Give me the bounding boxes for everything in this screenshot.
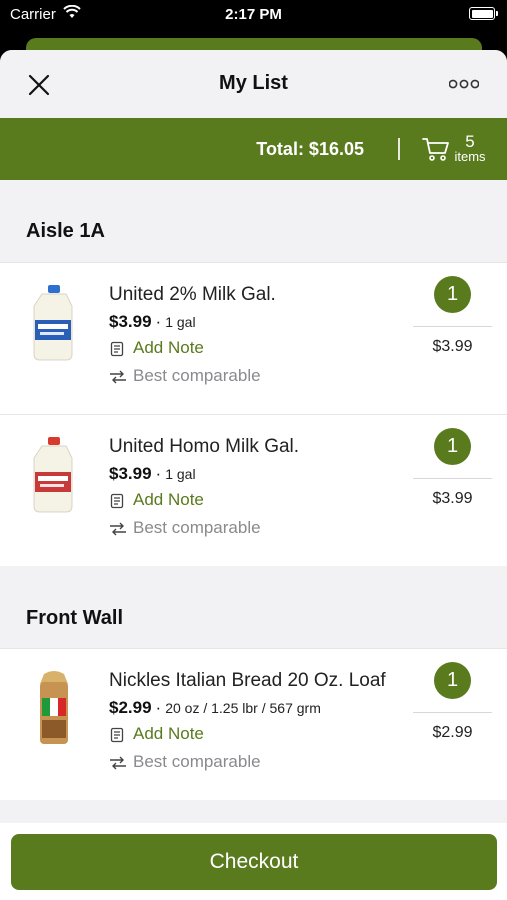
checkout-area: Checkout xyxy=(0,823,507,900)
price-line: $3.99 · 1 gal xyxy=(109,312,196,331)
note-icon xyxy=(110,341,124,357)
more-icon[interactable] xyxy=(449,78,479,90)
divider xyxy=(398,138,400,160)
price-line: $2.99 · 20 oz / 1.25 lbr / 567 grm xyxy=(109,698,321,717)
add-note-label: Add Note xyxy=(133,338,204,357)
note-icon xyxy=(110,727,124,743)
best-comparable-label: Best comparable xyxy=(133,366,261,385)
quantity-badge[interactable]: 1 xyxy=(434,276,471,313)
swap-icon xyxy=(110,522,126,536)
quantity-badge[interactable]: 1 xyxy=(434,662,471,699)
cart-icon[interactable] xyxy=(422,136,450,162)
product-image-italian-bread xyxy=(40,671,68,744)
unit-price: $3.99 xyxy=(109,312,152,331)
quantity-badge[interactable]: 1 xyxy=(434,428,471,465)
list-item[interactable]: Nickles Italian Bread 20 Oz. Loaf $2.99 ·… xyxy=(0,648,507,800)
product-size: 1 gal xyxy=(165,466,196,482)
checkout-button[interactable]: Checkout xyxy=(11,834,497,890)
unit-price: $3.99 xyxy=(109,464,152,483)
best-comparable-label: Best comparable xyxy=(133,752,261,771)
nav-bar: My List xyxy=(0,50,507,118)
add-note-label: Add Note xyxy=(133,724,204,743)
divider xyxy=(413,478,492,479)
battery-icon xyxy=(469,7,498,20)
page-title: My List xyxy=(219,72,288,94)
product-size: 20 oz / 1.25 lbr / 567 grm xyxy=(165,700,321,716)
line-total: $3.99 xyxy=(432,490,473,507)
product-size: 1 gal xyxy=(165,314,196,330)
product-name: United Homo Milk Gal. xyxy=(109,436,300,457)
note-icon xyxy=(110,493,124,509)
section-label: Front Wall xyxy=(26,607,124,629)
swap-icon xyxy=(110,370,126,384)
section-header-aisle-1a: Aisle 1A xyxy=(0,180,507,262)
section-label: Aisle 1A xyxy=(26,220,105,242)
product-name: Nickles Italian Bread 20 Oz. Loaf xyxy=(109,670,386,691)
unit-price: $2.99 xyxy=(109,698,152,717)
items-label: items xyxy=(454,149,486,164)
list-item[interactable]: United Homo Milk Gal. $3.99 · 1 gal Add No… xyxy=(0,414,507,566)
price-line: $3.99 · 1 gal xyxy=(109,464,196,483)
list-sheet: My List Total: $16.05 5 items Aisle 1A U… xyxy=(0,50,507,900)
status-bar: Carrier 2:17 PM xyxy=(0,0,507,30)
total-bar: Total: $16.05 5 items xyxy=(0,118,507,180)
product-image-milk-2pct xyxy=(33,285,73,361)
product-image-milk-homo xyxy=(33,437,73,513)
total-label: Total: $16.05 xyxy=(256,139,364,159)
add-note-label: Add Note xyxy=(133,490,204,509)
status-time: 2:17 PM xyxy=(225,6,282,23)
line-total: $2.99 xyxy=(432,724,473,741)
swap-icon xyxy=(110,756,126,770)
list-item[interactable]: United 2% Milk Gal. $3.99 · 1 gal Add Note… xyxy=(0,262,507,414)
best-comparable-label: Best comparable xyxy=(133,518,261,537)
divider xyxy=(413,326,492,327)
divider xyxy=(413,712,492,713)
line-total: $3.99 xyxy=(432,338,473,355)
item-count: 5 xyxy=(465,132,475,151)
product-name: United 2% Milk Gal. xyxy=(109,284,276,305)
section-header-front-wall: Front Wall xyxy=(0,566,507,648)
